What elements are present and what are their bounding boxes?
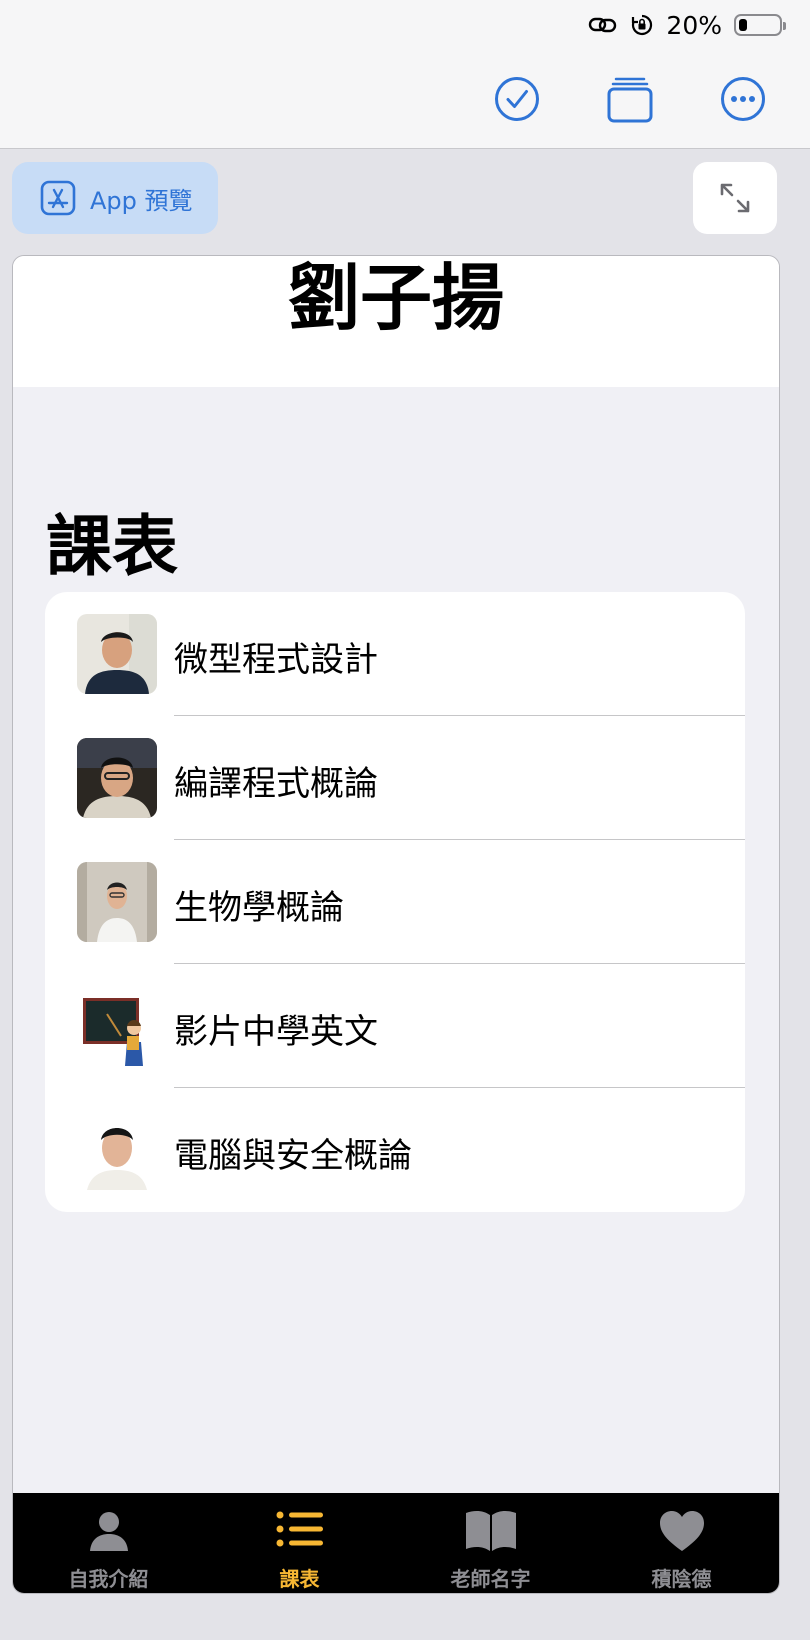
teacher-thumbnail <box>77 862 157 942</box>
course-label: 編譯程式概論 <box>174 764 378 804</box>
tabs-stack-icon <box>607 77 653 123</box>
app-preview-label: App 預覽 <box>90 186 193 215</box>
top-toolbar: 20% <box>0 0 810 149</box>
list-icon <box>276 1511 323 1547</box>
teacher-thumbnail <box>77 614 157 694</box>
expand-button[interactable] <box>693 162 777 234</box>
course-label: 生物學概論 <box>174 888 344 928</box>
battery-percentage: 20% <box>666 10 722 40</box>
app-header: 劉子揚 <box>13 256 779 387</box>
course-label: 微型程式設計 <box>174 640 378 680</box>
tab-label: 積陰德 <box>651 1567 712 1591</box>
list-item[interactable]: 電腦與安全概論 <box>45 1088 745 1212</box>
list-item[interactable]: 微型程式設計 <box>45 592 745 716</box>
heart-icon <box>659 1511 704 1551</box>
course-list: 微型程式設計 編譯程式概論 生物學概論 影片中學英文 電腦與安全概論 <box>45 592 745 1212</box>
tab-label: 課表 <box>279 1567 320 1591</box>
list-item[interactable]: 生物學概論 <box>45 840 745 964</box>
status-bar: 20% <box>588 8 786 42</box>
list-item[interactable]: 影片中學英文 <box>45 964 745 1088</box>
more-ellipsis-icon <box>721 77 765 121</box>
tab-good-deeds[interactable]: 積陰德 <box>586 1493 777 1593</box>
link-icon <box>589 17 617 33</box>
tab-bar: 自我介紹 課表 老師名字 積陰德 <box>13 1493 779 1593</box>
list-item[interactable]: 編譯程式概論 <box>45 716 745 840</box>
tab-teacher-name[interactable]: 老師名字 <box>395 1493 586 1593</box>
more-button[interactable] <box>718 74 768 124</box>
course-label: 影片中學英文 <box>174 1012 378 1052</box>
battery-fill <box>739 19 747 31</box>
book-icon <box>465 1510 516 1551</box>
expand-arrows-icon <box>720 183 750 213</box>
tabs-button[interactable] <box>605 74 655 124</box>
checkmark-circle-icon <box>495 77 539 121</box>
tab-self-intro[interactable]: 自我介紹 <box>13 1493 204 1593</box>
app-title: 劉子揚 <box>287 256 504 340</box>
done-button[interactable] <box>492 74 542 124</box>
app-preview-button[interactable]: App 預覽 <box>12 162 218 234</box>
tab-label: 老師名字 <box>450 1567 531 1591</box>
teacher-cartoon-thumbnail <box>77 986 157 1066</box>
tab-label: 自我介紹 <box>68 1567 149 1591</box>
tab-schedule[interactable]: 課表 <box>204 1493 395 1593</box>
section-title: 課表 <box>46 508 178 585</box>
teacher-thumbnail <box>77 1110 157 1190</box>
person-icon <box>89 1512 128 1551</box>
app-preview-card: 劉子揚 課表 微型程式設計 編譯程式概論 生物學概論 影片中學英文 電腦與安全概… <box>12 255 780 1594</box>
app-store-icon <box>40 180 76 216</box>
battery-icon <box>734 14 786 36</box>
teacher-thumbnail <box>77 738 157 818</box>
course-label: 電腦與安全概論 <box>174 1136 412 1176</box>
rotation-lock-icon <box>632 14 653 36</box>
